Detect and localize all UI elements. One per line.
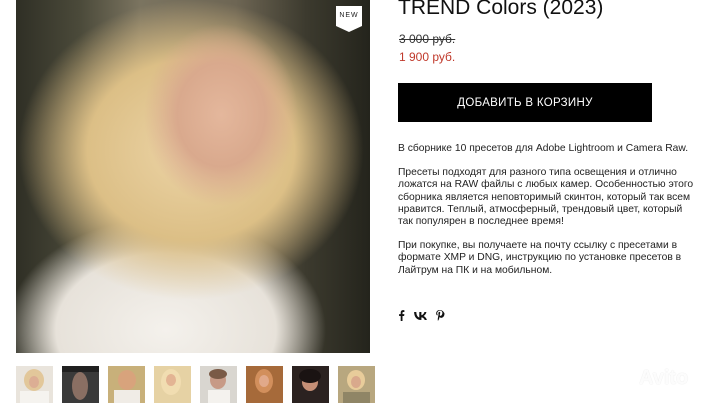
add-to-cart-button[interactable]: ДОБАВИТЬ В КОРЗИНУ bbox=[398, 83, 652, 122]
product-description: В сборнике 10 пресетов для Adobe Lightro… bbox=[398, 143, 698, 289]
thumbnail-7[interactable] bbox=[292, 366, 329, 403]
share-links bbox=[398, 310, 445, 324]
thumbnail-3[interactable] bbox=[108, 366, 145, 403]
thumbnail-5[interactable] bbox=[200, 366, 237, 403]
pinterest-icon[interactable] bbox=[436, 310, 445, 324]
thumbnail-strip bbox=[16, 366, 375, 403]
description-paragraph: Пресеты подходят для разного типа освеще… bbox=[398, 167, 694, 228]
thumbnail-1[interactable] bbox=[16, 366, 53, 403]
thumbnail-2[interactable] bbox=[62, 366, 99, 403]
avito-logo-icon bbox=[614, 367, 636, 390]
description-paragraph: При покупке, вы получаете на почту ссылк… bbox=[398, 240, 682, 276]
thumbnail-8[interactable] bbox=[338, 366, 375, 403]
thumbnail-6[interactable] bbox=[246, 366, 283, 403]
thumbnail-4[interactable] bbox=[154, 366, 191, 403]
old-price: 3 000 руб. bbox=[399, 32, 456, 46]
avito-watermark-text: Avito bbox=[639, 367, 689, 389]
product-title: TREND Colors (2023) bbox=[398, 0, 604, 19]
vk-icon[interactable] bbox=[414, 311, 427, 323]
new-badge: NEW bbox=[336, 6, 362, 32]
avito-watermark: Avito bbox=[614, 367, 688, 390]
description-paragraph: В сборнике 10 пресетов для Adobe Lightro… bbox=[398, 143, 689, 154]
facebook-icon[interactable] bbox=[398, 310, 405, 324]
main-product-photo[interactable] bbox=[16, 0, 370, 353]
sale-price: 1 900 руб. bbox=[399, 50, 456, 64]
